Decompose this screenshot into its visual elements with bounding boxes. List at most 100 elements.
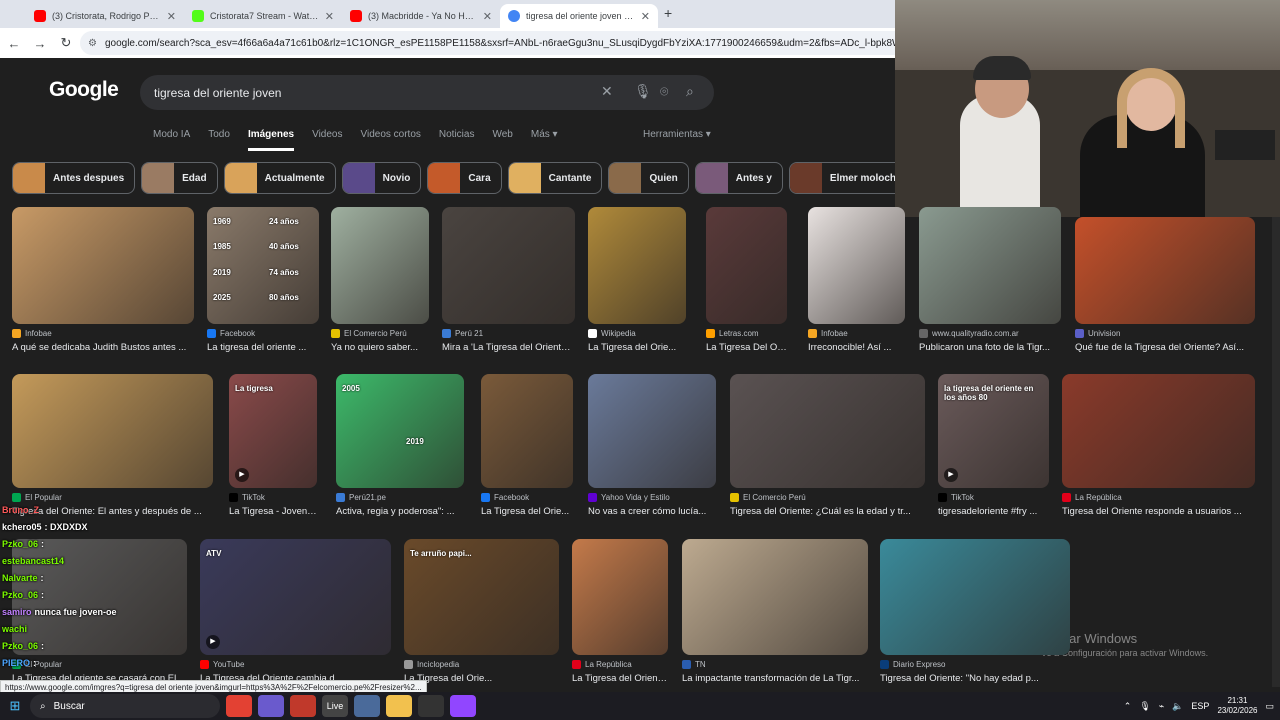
live-icon[interactable]: Live xyxy=(322,695,348,717)
result-title[interactable]: La Tigresa del Orie... xyxy=(481,506,573,517)
result-source[interactable]: Perú 21 xyxy=(442,329,575,338)
image-result[interactable]: ATV ▶ YouTube La Tigresa del Oriente cambia… xyxy=(200,539,391,684)
result-title[interactable]: A qué se dedicaba Judith Bustos antes ..… xyxy=(12,342,194,353)
tools-button[interactable]: Herramientas ▾ xyxy=(643,129,711,140)
tab-youtube-1[interactable]: (3) Cristorata, Rodrigo Puente - ✕ xyxy=(26,4,184,28)
chevron-up-icon[interactable]: ⌃ xyxy=(1124,701,1132,712)
result-source[interactable]: Infobae xyxy=(808,329,905,338)
image-result[interactable]: El Comercio Perú Ya no quiero saber... xyxy=(331,207,429,353)
result-thumbnail[interactable]: 1969 24 años 1985 40 años 2019 74 años 2025 80 … xyxy=(207,207,319,324)
close-icon[interactable]: ✕ xyxy=(167,10,176,23)
result-source[interactable]: La República xyxy=(572,660,668,669)
filter-chip[interactable]: Antes y xyxy=(694,162,783,194)
result-title[interactable]: Activa, regia y poderosa": ... xyxy=(336,506,464,517)
tab-imagenes[interactable]: Imágenes xyxy=(247,129,295,151)
image-result[interactable]: Te arruño papi... Inciclopedia La Tigresa … xyxy=(404,539,559,684)
tab-todo[interactable]: Todo xyxy=(208,129,230,151)
filter-chip[interactable]: Cantante xyxy=(507,162,603,194)
result-source[interactable]: Wikipedia xyxy=(588,329,686,338)
result-title[interactable]: Tigresa del Oriente responde a usuarios … xyxy=(1062,506,1255,517)
result-thumbnail[interactable]: la tigresa del oriente en los años 80 ▶ xyxy=(938,374,1049,488)
result-source[interactable]: El Popular xyxy=(12,493,213,502)
image-result[interactable]: La tigresa ▶ TikTok La Tigresa - Joven,... xyxy=(229,374,317,517)
copilot-icon[interactable] xyxy=(258,695,284,717)
filter-chip[interactable]: Cara xyxy=(427,162,502,194)
app-icon[interactable] xyxy=(290,695,316,717)
result-title[interactable]: No vas a creer cómo lucía... xyxy=(588,506,716,517)
filter-chip[interactable]: Novio xyxy=(341,162,422,194)
reload-icon[interactable]: ↻ xyxy=(54,35,78,51)
result-source[interactable]: Yahoo Vida y Estilo xyxy=(588,493,716,502)
google-logo[interactable]: Google xyxy=(49,78,119,102)
result-source[interactable]: Diario Expreso xyxy=(880,660,1070,669)
result-source[interactable]: Infobae xyxy=(12,329,194,338)
result-thumbnail[interactable] xyxy=(1062,374,1255,488)
result-thumbnail[interactable] xyxy=(442,207,575,324)
result-title[interactable]: La Tigresa del Orie... xyxy=(404,673,559,684)
result-title[interactable]: Ya no quiero saber... xyxy=(331,342,429,353)
tab-noticias[interactable]: Noticias xyxy=(439,129,475,151)
mic-icon[interactable]: 🎙 xyxy=(1139,701,1150,712)
twitch-icon[interactable] xyxy=(450,695,476,717)
image-result[interactable]: Perú 21 Mira a 'La Tigresa del Oriente ..… xyxy=(442,207,575,353)
image-result[interactable]: El Comercio Perú Tigresa del Oriente: ¿Cu… xyxy=(730,374,925,517)
image-result[interactable]: la tigresa del oriente en los años 80 ▶ Ti… xyxy=(938,374,1049,517)
tab-videos-cortos[interactable]: Videos cortos xyxy=(360,129,420,151)
tab-google-active[interactable]: tigresa del oriente joven - Busc ✕ xyxy=(500,4,658,28)
result-source[interactable]: www.qualityradio.com.ar xyxy=(919,329,1061,338)
result-thumbnail[interactable] xyxy=(12,207,194,324)
play-icon[interactable]: ▶ xyxy=(206,635,220,649)
filter-chip[interactable]: Antes despues xyxy=(12,162,136,194)
chrome-icon[interactable] xyxy=(226,695,252,717)
clear-icon[interactable]: ✕ xyxy=(601,83,613,100)
tab-mas[interactable]: Más ▾ xyxy=(531,129,558,151)
address-bar[interactable]: ⚙ google.com/search?sca_esv=4f66a6a4a71c… xyxy=(80,31,895,55)
result-title[interactable]: La Tigresa - Joven,... xyxy=(229,506,317,517)
image-result[interactable]: El Popular Tigresa del Oriente: El antes … xyxy=(12,374,213,517)
result-title[interactable]: Tigresa del Oriente: ¿Cuál es la edad y … xyxy=(730,506,925,517)
filter-chip[interactable]: Edad xyxy=(141,162,218,194)
result-title[interactable]: La Tigresa del Orie... xyxy=(588,342,686,353)
tab-videos[interactable]: Videos xyxy=(312,129,342,151)
language-indicator[interactable]: ESP xyxy=(1191,701,1209,711)
taskbar-search[interactable]: ⌕ Buscar xyxy=(30,694,220,718)
result-source[interactable]: El Comercio Perú xyxy=(730,493,925,502)
folder-icon[interactable] xyxy=(386,695,412,717)
result-thumbnail[interactable] xyxy=(572,539,668,655)
speaker-icon[interactable]: 🔈 xyxy=(1172,701,1183,712)
tab-web[interactable]: Web xyxy=(492,129,512,151)
tab-modo-ia[interactable]: Modo IA xyxy=(153,129,190,151)
image-result[interactable]: Univision Qué fue de la Tigresa del Orien… xyxy=(1075,217,1255,353)
result-thumbnail[interactable] xyxy=(880,539,1070,655)
back-icon[interactable]: ← xyxy=(2,36,26,51)
windows-start-icon[interactable]: ⊞ xyxy=(0,698,30,714)
close-icon[interactable]: ✕ xyxy=(641,10,650,23)
result-title[interactable]: Irreconocible! Así ... xyxy=(808,342,905,353)
image-result[interactable]: TN La impactante transformación de La Tig… xyxy=(682,539,868,684)
new-tab-button[interactable]: + xyxy=(664,5,672,21)
result-source[interactable]: Letras.com xyxy=(706,329,787,338)
site-info-icon[interactable]: ⚙ xyxy=(88,38,97,49)
obs-icon[interactable] xyxy=(418,695,444,717)
result-title[interactable]: La tigresa del oriente ... xyxy=(207,342,319,353)
result-thumbnail[interactable] xyxy=(1075,217,1255,324)
filter-chip[interactable]: Actualmente xyxy=(223,162,336,194)
microphone-icon[interactable]: 🎙 xyxy=(634,83,652,100)
result-title[interactable]: tigresadeloriente #fry ... xyxy=(938,506,1049,517)
result-title[interactable]: La Tigresa del Oriente y la vez que fue … xyxy=(572,673,668,684)
notification-icon[interactable]: ▭ xyxy=(1265,701,1274,712)
filter-chip[interactable]: Elmer molocho xyxy=(788,162,895,194)
image-result[interactable]: Facebook La Tigresa del Orie... xyxy=(481,374,573,517)
result-title[interactable]: La Tigresa Del Ori... xyxy=(706,342,787,353)
result-source[interactable]: TikTok xyxy=(938,493,1049,502)
search-input[interactable]: tigresa del oriente joven ✕ 🎙 ⌾ ⌕ xyxy=(140,75,714,110)
result-title[interactable]: Publicaron una foto de la Tigr... xyxy=(919,342,1061,353)
result-title[interactable]: Tigresa del Oriente: "No hay edad p... xyxy=(880,673,1070,684)
result-source[interactable]: TN xyxy=(682,660,868,669)
tab-kick[interactable]: Cristorata7 Stream - Watch Live ✕ xyxy=(184,4,342,28)
result-thumbnail[interactable] xyxy=(12,374,213,488)
forward-icon[interactable]: → xyxy=(28,36,52,51)
result-source[interactable]: YouTube xyxy=(200,660,391,669)
result-source[interactable]: Perú21.pe xyxy=(336,493,464,502)
result-thumbnail[interactable] xyxy=(706,207,787,324)
